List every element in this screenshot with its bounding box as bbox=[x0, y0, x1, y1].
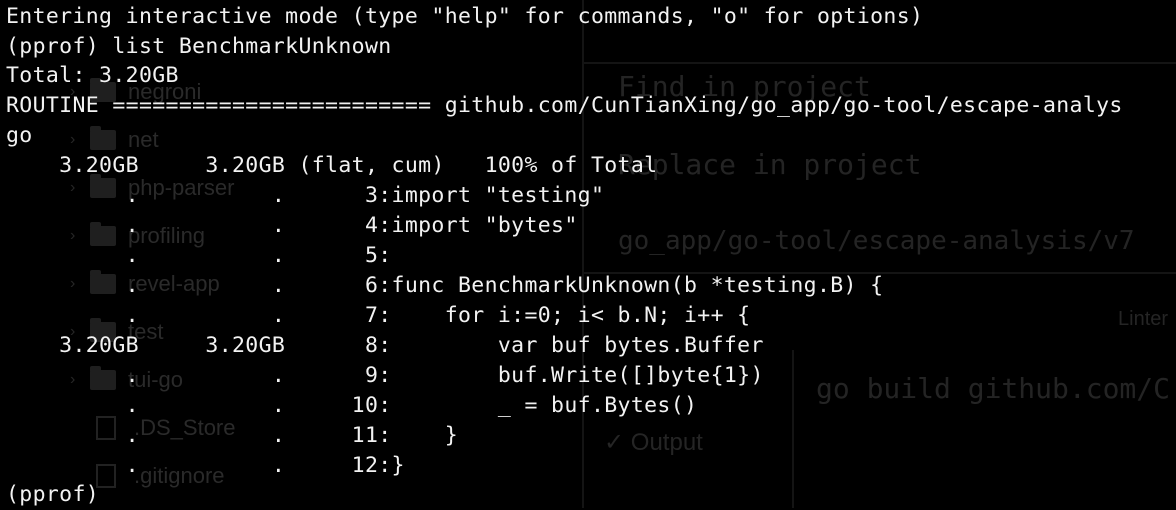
terminal-line: (pprof) list BenchmarkUnknown bbox=[6, 34, 392, 59]
terminal-line: go bbox=[6, 123, 33, 148]
terminal-line: . . 3:import "testing" bbox=[6, 183, 605, 208]
terminal-line: 3.20GB 3.20GB (flat, cum) 100% of Total bbox=[6, 153, 658, 178]
terminal-line: Total: 3.20GB bbox=[6, 63, 179, 88]
terminal-line: . . 12:} bbox=[6, 453, 405, 478]
terminal-line: . . 5: bbox=[6, 243, 392, 268]
terminal-line: . . 6:func BenchmarkUnknown(b *testing.B… bbox=[6, 273, 884, 298]
terminal-line: Entering interactive mode (type "help" f… bbox=[6, 4, 924, 29]
terminal-line: . . 11: } bbox=[6, 423, 458, 448]
terminal-line: . . 9: buf.Write([]byte{1}) bbox=[6, 363, 764, 388]
terminal-line: . . 7: for i:=0; i< b.N; i++ { bbox=[6, 303, 751, 328]
terminal-line: . . 10: _ = buf.Bytes() bbox=[6, 393, 698, 418]
terminal-prompt[interactable]: (pprof) bbox=[6, 480, 99, 510]
terminal-line: ROUTINE ======================== github.… bbox=[6, 93, 1123, 118]
terminal-line: 3.20GB 3.20GB 8: var buf bytes.Buffer bbox=[6, 333, 764, 358]
terminal-window[interactable]: Entering interactive mode (type "help" f… bbox=[0, 0, 1176, 508]
terminal-line: . . 4:import "bytes" bbox=[6, 213, 578, 238]
